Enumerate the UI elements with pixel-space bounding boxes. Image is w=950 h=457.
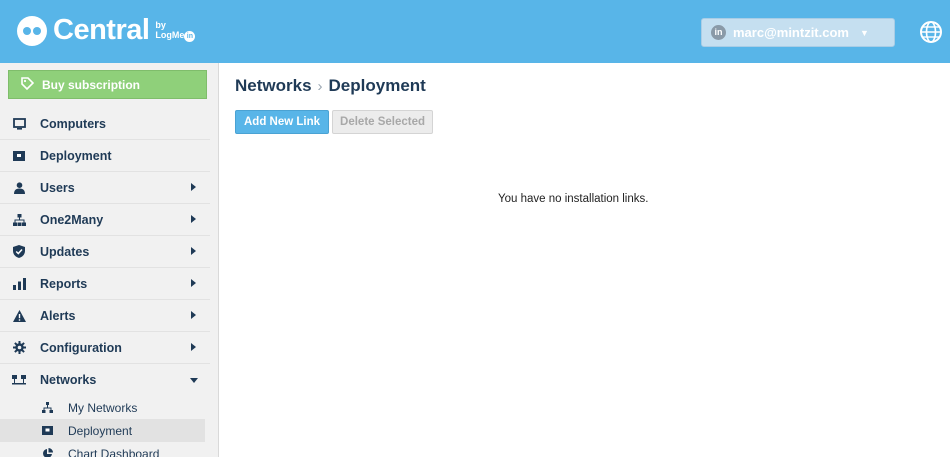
page-title: Deployment xyxy=(328,76,426,95)
chevron-down-icon xyxy=(190,378,198,383)
globe-icon[interactable] xyxy=(919,20,943,44)
breadcrumb-separator: › xyxy=(317,77,323,95)
deployment-icon xyxy=(12,149,26,163)
sidebar-item-deployment[interactable]: Deployment xyxy=(0,140,210,172)
chevron-down-icon: ▼ xyxy=(859,27,869,38)
sidebar-item-label: Configuration xyxy=(40,340,122,355)
add-new-link-button[interactable]: Add New Link xyxy=(235,110,330,134)
bar-chart-icon xyxy=(12,277,26,291)
sidebar-subitem-chart-dashboard[interactable]: Chart Dashboard xyxy=(0,442,205,457)
toolbar: Add New Link Delete Selected xyxy=(235,110,434,134)
sidebar-item-label: Deployment xyxy=(40,148,112,163)
brand-name: Central xyxy=(53,14,150,46)
sidebar-item-computers[interactable]: Computers xyxy=(0,108,210,140)
empty-state-message: You have no installation links. xyxy=(498,193,649,205)
chevron-right-icon xyxy=(191,183,196,191)
sidebar-item-label: Updates xyxy=(40,244,90,259)
brand-by: by xyxy=(155,19,166,30)
shield-icon xyxy=(12,245,26,259)
central-logo-icon xyxy=(17,15,47,46)
user-email: marc@mintzit.com xyxy=(733,25,849,40)
network-icon xyxy=(12,373,26,387)
sidebar-subitem-my-networks[interactable]: My Networks xyxy=(0,396,205,419)
brand-logmein: LogMe xyxy=(155,29,185,40)
hierarchy-icon xyxy=(12,213,26,227)
sidebar-item-users[interactable]: Users xyxy=(0,172,210,204)
gear-icon xyxy=(12,341,26,355)
warning-icon xyxy=(12,309,26,323)
user-icon xyxy=(12,181,26,195)
breadcrumb: Networks › Deployment xyxy=(235,76,433,96)
delete-selected-button[interactable]: Delete Selected xyxy=(332,110,434,134)
user-avatar: in xyxy=(711,25,726,40)
sidebar-item-label: Networks xyxy=(40,373,97,387)
sidebar-subitem-label: My Networks xyxy=(68,400,138,415)
chevron-right-icon xyxy=(191,343,196,351)
sidebar-subitem-deployment[interactable]: Deployment xyxy=(0,419,205,442)
chevron-right-icon xyxy=(191,311,196,319)
sidebar-item-label: Reports xyxy=(40,276,88,291)
brand-in: in xyxy=(184,30,196,42)
sidebar-item-one2many[interactable]: One2Many xyxy=(0,204,210,236)
breadcrumb-parent[interactable]: Networks xyxy=(235,76,312,96)
sidebar-item-alerts[interactable]: Alerts xyxy=(0,300,210,332)
tag-icon xyxy=(21,76,35,93)
pie-chart-icon xyxy=(40,447,54,457)
central-logo[interactable]: Central by LogMe in xyxy=(17,14,196,47)
sidebar-nav: Computers Deployment Users One2Many Upda… xyxy=(0,108,219,457)
chevron-right-icon xyxy=(191,279,196,287)
sidebar-item-updates[interactable]: Updates xyxy=(0,236,210,268)
sidebar-item-reports[interactable]: Reports xyxy=(0,268,210,300)
monitor-icon xyxy=(12,117,26,131)
sidebar-item-label: Alerts xyxy=(40,308,76,323)
sidebar-item-label: One2Many xyxy=(40,212,104,227)
sidebar-item-configuration[interactable]: Configuration xyxy=(0,332,210,364)
chevron-right-icon xyxy=(191,215,196,223)
network-tree-icon xyxy=(40,401,54,415)
sidebar-item-label: Computers xyxy=(40,116,106,131)
main-content: Networks › Deployment Add New Link Delet… xyxy=(235,76,434,134)
logmein-byline: by LogMe in xyxy=(155,19,196,42)
sidebar-subitem-label: Chart Dashboard xyxy=(68,446,160,457)
sidebar-item-label: Users xyxy=(40,180,75,195)
buy-subscription-button[interactable]: Buy subscription xyxy=(8,70,207,99)
sidebar-item-networks[interactable]: Networks xyxy=(0,364,210,396)
buy-subscription-label: Buy subscription xyxy=(42,77,141,92)
sidebar: Buy subscription Computers Deployment Us… xyxy=(0,63,219,457)
top-bar: Central by LogMe in in marc@mintzit.com ▼ xyxy=(0,0,950,63)
sidebar-subitem-label: Deployment xyxy=(68,423,133,438)
deployment-icon xyxy=(40,424,54,438)
chevron-right-icon xyxy=(191,247,196,255)
user-account-dropdown[interactable]: in marc@mintzit.com ▼ xyxy=(701,18,895,47)
